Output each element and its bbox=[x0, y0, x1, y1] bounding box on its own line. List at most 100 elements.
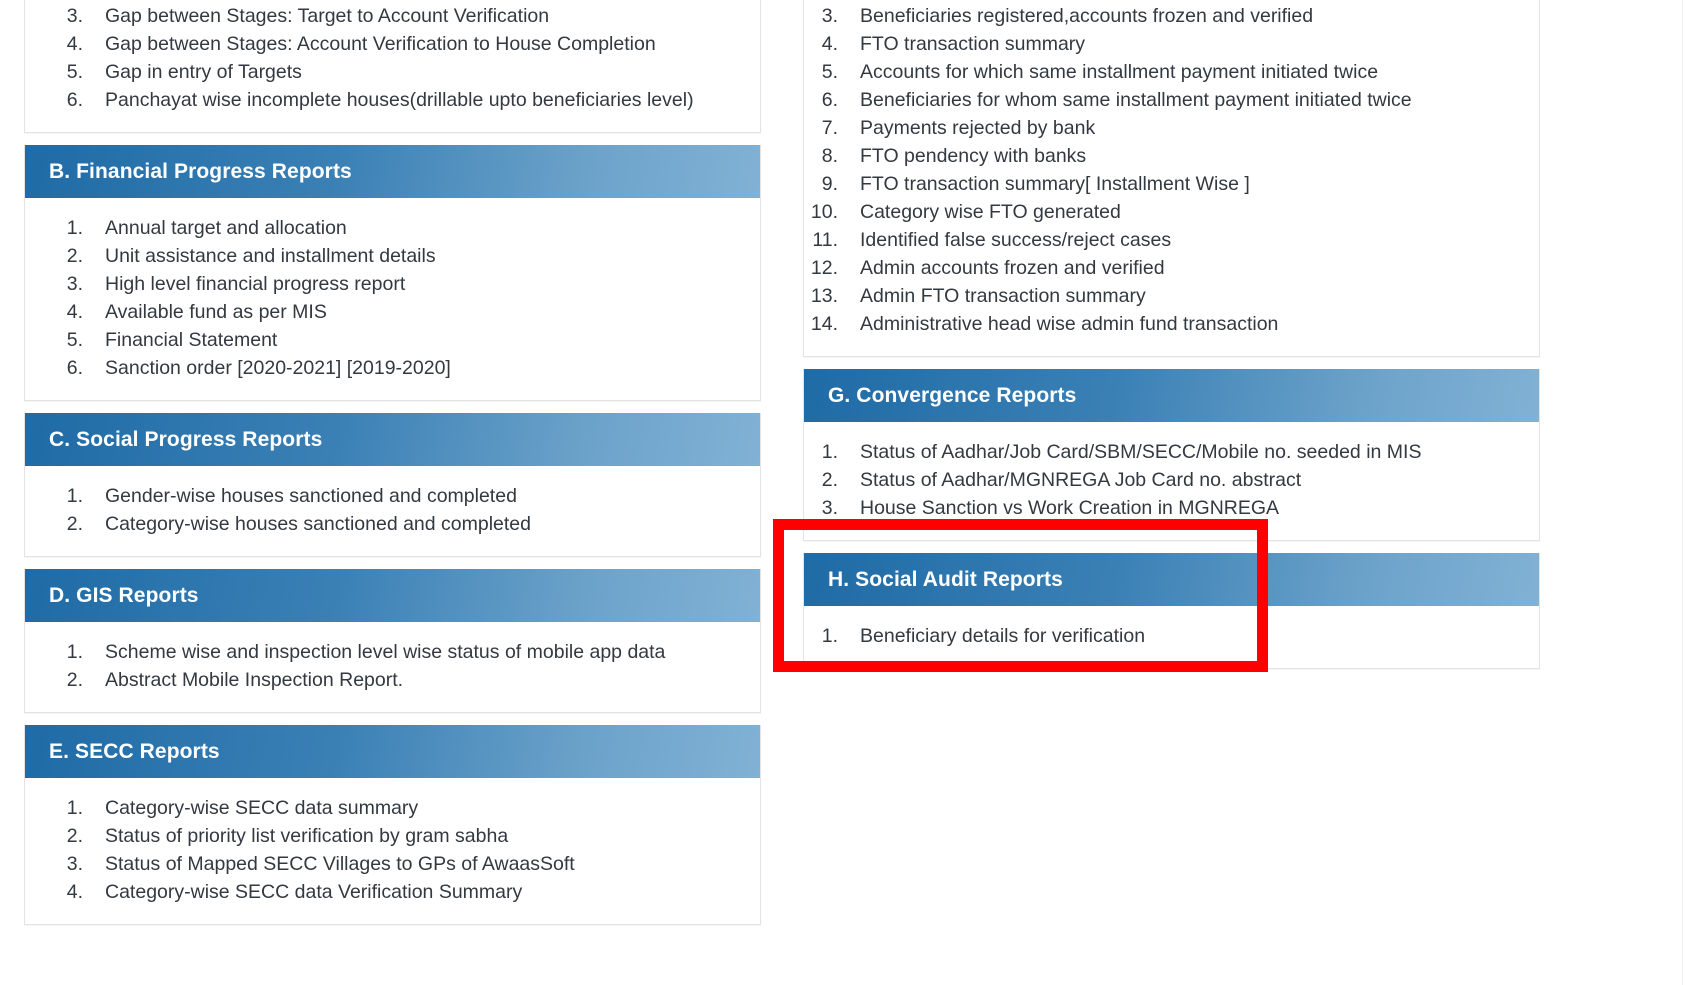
list-item[interactable]: 4. FTO transaction summary bbox=[804, 30, 1539, 58]
section-card-financial-progress-reports: B. Financial Progress Reports 1. Annual t… bbox=[24, 145, 761, 401]
card-body: 1. Status of Aadhar/Job Card/SBM/SECC/Mob… bbox=[804, 422, 1539, 540]
list-item[interactable]: 1. Scheme wise and inspection level wise … bbox=[25, 638, 760, 666]
list-item-number: 6. bbox=[66, 357, 83, 379]
list-item-number: 4. bbox=[821, 33, 838, 55]
list-item[interactable]: 2. Unit assistance and installment detail… bbox=[25, 242, 760, 270]
section-header-social-progress-reports[interactable]: C. Social Progress Reports bbox=[25, 413, 760, 466]
list-item-number: 5. bbox=[66, 61, 83, 83]
report-list: 1. Category-wise SECC data summary 2. Stat… bbox=[25, 794, 760, 906]
list-item-label: Accounts for which same installment paym… bbox=[860, 61, 1379, 83]
section-header-gis-reports[interactable]: D. GIS Reports bbox=[25, 569, 760, 622]
list-item-number: 2. bbox=[66, 825, 83, 847]
list-item[interactable]: 5. Accounts for which same installment pa… bbox=[804, 58, 1539, 86]
list-item-label: Gap in entry of Targets bbox=[105, 61, 302, 83]
section-header-financial-progress-reports[interactable]: B. Financial Progress Reports bbox=[25, 145, 760, 198]
section-card-social-progress-reports: C. Social Progress Reports 1. Gender-wise… bbox=[24, 413, 761, 557]
list-item-label: Category-wise houses sanctioned and comp… bbox=[105, 513, 532, 535]
list-item[interactable]: 1. Beneficiary details for verification bbox=[804, 622, 1539, 650]
list-item-label: Status of Mapped SECC Villages to GPs of… bbox=[105, 853, 575, 875]
list-item-label: Status of Aadhar/Job Card/SBM/SECC/Mobil… bbox=[860, 441, 1422, 463]
report-list: 1. Annual target and allocation 2. Unit as… bbox=[25, 214, 760, 382]
list-item-label: High level financial progress report bbox=[105, 273, 406, 295]
right-column: 3. Beneficiaries registered,accounts froz… bbox=[803, 0, 1540, 681]
list-item-label: Admin accounts frozen and verified bbox=[860, 257, 1165, 279]
list-item[interactable]: 6. Sanction order [2020-2021] [2019-2020] bbox=[25, 354, 760, 382]
list-item-number: 6. bbox=[821, 89, 838, 111]
list-item-number: 4. bbox=[66, 881, 83, 903]
partial-card-top-right: 3. Beneficiaries registered,accounts froz… bbox=[803, 0, 1540, 357]
list-item[interactable]: 5. Gap in entry of Targets bbox=[25, 58, 760, 86]
list-item-label: Category-wise SECC data summary bbox=[105, 797, 419, 819]
list-item-label: Administrative head wise admin fund tran… bbox=[860, 313, 1279, 335]
list-item[interactable]: 1. Category-wise SECC data summary bbox=[25, 794, 760, 822]
list-item[interactable]: 3. House Sanction vs Work Creation in MGN… bbox=[804, 494, 1539, 522]
list-item-number: 10. bbox=[810, 201, 838, 223]
list-item[interactable]: 3. Beneficiaries registered,accounts froz… bbox=[804, 2, 1539, 30]
list-item-label: Panchayat wise incomplete houses(drillab… bbox=[105, 89, 694, 111]
list-item-label: Gap between Stages: Target to Account Ve… bbox=[105, 5, 550, 27]
list-item-number: 2. bbox=[821, 469, 838, 491]
report-list: 1. Scheme wise and inspection level wise … bbox=[25, 638, 760, 694]
list-item-label: Gap between Stages: Account Verification… bbox=[105, 33, 656, 55]
list-item[interactable]: 6. Beneficiaries for whom same installmen… bbox=[804, 86, 1539, 114]
list-item-label: Sanction order [2020-2021] [2019-2020] bbox=[105, 357, 451, 379]
list-item-label: FTO transaction summary bbox=[860, 33, 1086, 55]
list-item[interactable]: 2. Category-wise houses sanctioned and co… bbox=[25, 510, 760, 538]
list-item-number: 4. bbox=[66, 33, 83, 55]
list-item-number: 2. bbox=[66, 513, 83, 535]
list-item[interactable]: 11. Identified false success/reject cases bbox=[804, 226, 1539, 254]
list-item[interactable]: 8. FTO pendency with banks bbox=[804, 142, 1539, 170]
left-column: 3. Gap between Stages: Target to Account … bbox=[24, 0, 761, 937]
list-item[interactable]: 5. Financial Statement bbox=[25, 326, 760, 354]
list-item[interactable]: 3. Gap between Stages: Target to Account … bbox=[25, 2, 760, 30]
list-item-number: 9. bbox=[821, 173, 838, 195]
list-item-label: Status of Aadhar/MGNREGA Job Card no. ab… bbox=[860, 469, 1302, 491]
list-item-label: Gender-wise houses sanctioned and comple… bbox=[105, 485, 517, 507]
list-item-label: Admin FTO transaction summary bbox=[860, 285, 1146, 307]
card-body: 1. Gender-wise houses sanctioned and comp… bbox=[25, 466, 760, 556]
list-item[interactable]: 9. FTO transaction summary[ Installment W… bbox=[804, 170, 1539, 198]
list-item[interactable]: 2. Status of Aadhar/MGNREGA Job Card no. … bbox=[804, 466, 1539, 494]
list-item[interactable]: 2. Status of priority list verification b… bbox=[25, 822, 760, 850]
list-item[interactable]: 6. Panchayat wise incomplete houses(drill… bbox=[25, 86, 760, 114]
list-item[interactable]: 1. Annual target and allocation bbox=[25, 214, 760, 242]
list-item-number: 3. bbox=[66, 853, 83, 875]
list-item-number: 1. bbox=[821, 625, 838, 647]
list-item[interactable]: 12. Admin accounts frozen and verified bbox=[804, 254, 1539, 282]
list-item[interactable]: 3. Status of Mapped SECC Villages to GPs … bbox=[25, 850, 760, 878]
list-item[interactable]: 3. High level financial progress report bbox=[25, 270, 760, 298]
list-item-number: 3. bbox=[821, 497, 838, 519]
list-item[interactable]: 13. Admin FTO transaction summary bbox=[804, 282, 1539, 310]
section-card-secc-reports: E. SECC Reports 1. Category-wise SECC dat… bbox=[24, 725, 761, 925]
list-item[interactable]: 14. Administrative head wise admin fund t… bbox=[804, 310, 1539, 338]
list-item-number: 1. bbox=[66, 641, 83, 663]
card-body: 1. Beneficiary details for verification bbox=[804, 606, 1539, 668]
section-header-convergence-reports[interactable]: G. Convergence Reports bbox=[804, 369, 1539, 422]
list-item-number: 1. bbox=[66, 485, 83, 507]
report-list: 1. Status of Aadhar/Job Card/SBM/SECC/Mob… bbox=[804, 438, 1539, 522]
list-item[interactable]: 10. Category wise FTO generated bbox=[804, 198, 1539, 226]
list-item-label: Beneficiaries for whom same installment … bbox=[860, 89, 1412, 111]
list-item-label: Financial Statement bbox=[105, 329, 278, 351]
list-item[interactable]: 4. Available fund as per MIS bbox=[25, 298, 760, 326]
section-header-social-audit-reports[interactable]: H. Social Audit Reports bbox=[804, 553, 1539, 606]
list-item-label: Unit assistance and installment details bbox=[105, 245, 436, 267]
list-item[interactable]: 4. Category-wise SECC data Verification S… bbox=[25, 878, 760, 906]
list-item[interactable]: 2. Abstract Mobile Inspection Report. bbox=[25, 666, 760, 694]
card-body: 1. Category-wise SECC data summary 2. Stat… bbox=[25, 778, 760, 924]
list-item-label: FTO pendency with banks bbox=[860, 145, 1087, 167]
list-item[interactable]: 4. Gap between Stages: Account Verificati… bbox=[25, 30, 760, 58]
list-item[interactable]: 7. Payments rejected by bank bbox=[804, 114, 1539, 142]
list-item-number: 8. bbox=[821, 145, 838, 167]
section-header-secc-reports[interactable]: E. SECC Reports bbox=[25, 725, 760, 778]
card-body: 1. Scheme wise and inspection level wise … bbox=[25, 622, 760, 712]
report-list: 1. Gender-wise houses sanctioned and comp… bbox=[25, 482, 760, 538]
list-item-number: 11. bbox=[812, 229, 838, 251]
list-item-number: 1. bbox=[66, 797, 83, 819]
list-item-number: 13. bbox=[810, 285, 838, 307]
list-item-number: 12. bbox=[810, 257, 838, 279]
section-card-convergence-reports: G. Convergence Reports 1. Status of Aadha… bbox=[803, 369, 1540, 541]
list-item[interactable]: 1. Status of Aadhar/Job Card/SBM/SECC/Mob… bbox=[804, 438, 1539, 466]
report-list: 3. Gap between Stages: Target to Account … bbox=[25, 2, 760, 114]
list-item[interactable]: 1. Gender-wise houses sanctioned and comp… bbox=[25, 482, 760, 510]
